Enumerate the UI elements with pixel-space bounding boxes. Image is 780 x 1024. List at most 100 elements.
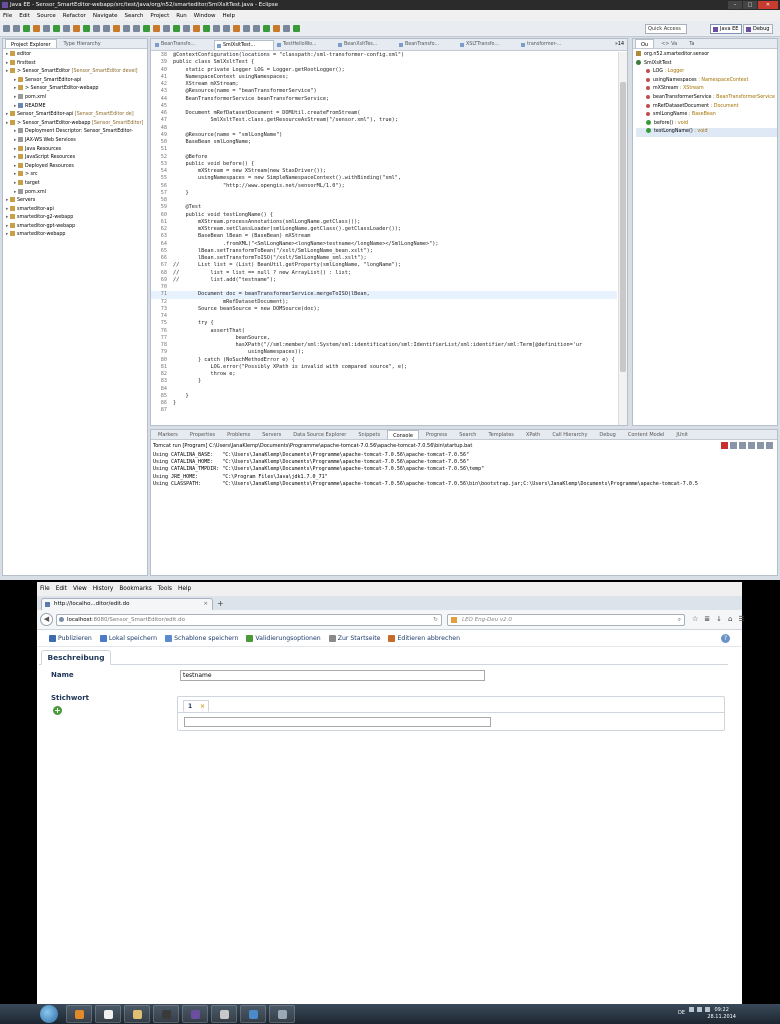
tree-item[interactable]: ▸ target: [3, 179, 147, 189]
tree-item[interactable]: ▸ firsttest: [3, 59, 147, 69]
action-zur-startseite[interactable]: Zur Startseite: [328, 634, 380, 642]
outline-item[interactable]: testLongName() : void: [636, 128, 777, 137]
toolbar-action-icon[interactable]: [153, 25, 160, 32]
action-schablone-speichern[interactable]: Schablone speichern: [165, 634, 238, 642]
tab-overflow-icon[interactable]: »14: [612, 40, 627, 50]
tree-item[interactable]: ▸ > Sensor_SmartEditor-webapp [Sensor_Sma…: [3, 119, 147, 129]
tree-item[interactable]: ▸ Deployed Resources: [3, 162, 147, 172]
action-publizieren[interactable]: Publizieren: [49, 634, 92, 642]
maximize-button[interactable]: □: [743, 1, 757, 9]
menu-project[interactable]: Project: [150, 13, 169, 19]
tab-console[interactable]: Console: [387, 430, 419, 439]
menu-refactor[interactable]: Refactor: [63, 13, 86, 19]
toolbar-action-icon[interactable]: [23, 25, 30, 32]
add-keyword-icon[interactable]: +: [53, 706, 62, 715]
display-console-icon[interactable]: [766, 442, 773, 449]
new-tab-icon[interactable]: +: [217, 599, 224, 609]
tab-search[interactable]: Search: [454, 430, 481, 439]
tab-xpath[interactable]: XPath: [521, 430, 545, 439]
tab-call-hierarchy[interactable]: Call Hierarchy: [547, 430, 592, 439]
menu-source[interactable]: Source: [37, 13, 56, 19]
outline-tab[interactable]: <> Va: [656, 39, 682, 48]
toolbar-action-icon[interactable]: [3, 25, 10, 32]
editor-tab[interactable]: transformer-...: [519, 40, 579, 50]
tab-servers[interactable]: Servers: [257, 430, 286, 439]
outline-item[interactable]: LOG : Logger: [636, 68, 777, 77]
reload-icon[interactable]: ↻: [433, 615, 438, 625]
tree-item[interactable]: ▸ Sensor_SmartEditor-api [Sensor_SmartEdi…: [3, 111, 147, 120]
firefox-taskbar-icon[interactable]: [66, 1005, 92, 1023]
tab-markers[interactable]: Markers: [153, 430, 183, 439]
tree-item[interactable]: ▸ > src: [3, 171, 147, 180]
tab-properties[interactable]: Properties: [185, 430, 220, 439]
tab-data-source-explorer[interactable]: Data Source Explorer: [288, 430, 351, 439]
clear-console-icon[interactable]: [739, 442, 746, 449]
help-icon[interactable]: ?: [721, 634, 730, 643]
tray-flag-icon[interactable]: [689, 1007, 694, 1012]
java-taskbar-icon[interactable]: [240, 1005, 266, 1023]
toolbar-action-icon[interactable]: [103, 25, 110, 32]
start-button[interactable]: [40, 1005, 58, 1023]
toolbar-action-icon[interactable]: [223, 25, 230, 32]
tree-item[interactable]: ▸ smarteditor-g2-webapp: [3, 214, 147, 223]
perspective-java-ee[interactable]: Java EE: [710, 24, 743, 34]
clock[interactable]: 09:22 28.11.2014: [707, 1007, 736, 1021]
menu-search[interactable]: Search: [125, 13, 144, 19]
tree-item[interactable]: ▸ > Sensor_SmartEditor-webapp: [3, 85, 147, 94]
tree-item[interactable]: ▸ smarteditor-webapp: [3, 231, 147, 240]
toolbar-action-icon[interactable]: [173, 25, 180, 32]
toolbar-action-icon[interactable]: [183, 25, 190, 32]
outline-item[interactable]: mXStream : XStream: [636, 85, 777, 94]
tab-snippets[interactable]: Snippets: [353, 430, 385, 439]
tree-item[interactable]: ▸ smarteditor-gpt-webapp: [3, 222, 147, 232]
browser-menu-help[interactable]: Help: [178, 586, 191, 592]
search-bar[interactable]: LEO Eng-Deu v2.0 ⌕: [447, 614, 685, 626]
tree-item[interactable]: ▸ pom.xml: [3, 188, 147, 198]
action-validierungsoptionen[interactable]: Validierungsoptionen: [246, 634, 321, 642]
explorer-taskbar-icon[interactable]: [124, 1005, 150, 1023]
toolbar-action-icon[interactable]: [283, 25, 290, 32]
tab-content-model[interactable]: Content Model: [623, 430, 670, 439]
close-button[interactable]: ✕: [758, 1, 778, 9]
keyword-input[interactable]: [184, 717, 491, 727]
toolbar-action-icon[interactable]: [203, 25, 210, 32]
outline-item[interactable]: before() : void: [636, 119, 777, 129]
toolbar-action-icon[interactable]: [43, 25, 50, 32]
toolbar-action-icon[interactable]: [53, 25, 60, 32]
tool-taskbar-icon[interactable]: [269, 1005, 295, 1023]
browser-menu-view[interactable]: View: [73, 586, 87, 592]
tree-item[interactable]: ▸ JavaScript Resources: [3, 154, 147, 163]
tray-network-icon[interactable]: [697, 1007, 702, 1012]
outline-item[interactable]: mRefDatasetDocument : Document: [636, 103, 777, 112]
document-taskbar-icon[interactable]: [95, 1005, 121, 1023]
menu-icon[interactable]: ☰: [738, 615, 744, 623]
tree-item[interactable]: ▸ smarteditor-api: [3, 205, 147, 215]
remove-launch-icon[interactable]: [730, 442, 737, 449]
url-bar[interactable]: localhost:8080/Sensor_SmartEditor/edit.d…: [56, 614, 442, 626]
outline-item[interactable]: beanTransformerService : BeanTransformer…: [636, 94, 777, 103]
home-icon[interactable]: ⌂: [728, 615, 732, 623]
toolbar-action-icon[interactable]: [193, 25, 200, 32]
console-taskbar-icon[interactable]: [153, 1005, 179, 1023]
scroll-lock-icon[interactable]: [748, 442, 755, 449]
editor-tab[interactable]: TestHelloWo...: [275, 40, 335, 50]
editor-tab[interactable]: BeanTransfo...: [153, 40, 213, 50]
action-lokal-speichern[interactable]: Lokal speichern: [99, 634, 157, 642]
toolbar-action-icon[interactable]: [163, 25, 170, 32]
browser-menu-history[interactable]: History: [93, 586, 114, 592]
tab-project-explorer[interactable]: Project Explorer: [5, 39, 57, 48]
tree-item[interactable]: ▸ pom.xml: [3, 93, 147, 103]
bookmarks-list-icon[interactable]: ≣: [704, 615, 710, 623]
toolbar-action-icon[interactable]: [33, 25, 40, 32]
tab-junit[interactable]: JUnit: [671, 430, 693, 439]
editor-tab[interactable]: BeanXsltTes...: [336, 40, 396, 50]
outline-item[interactable]: org.n52.smarteditor.sensor: [636, 51, 777, 60]
action-editieren-abbrechen[interactable]: Editieren abbrechen: [388, 634, 460, 642]
browser-menu-bookmarks[interactable]: Bookmarks: [119, 586, 151, 592]
menu-window[interactable]: Window: [194, 13, 216, 19]
tab-templates[interactable]: Templates: [483, 430, 518, 439]
bookmark-star-icon[interactable]: ☆: [692, 615, 698, 623]
toolbar-action-icon[interactable]: [113, 25, 120, 32]
perspective-debug[interactable]: Debug: [743, 24, 774, 34]
download-icon[interactable]: ↓: [716, 615, 722, 623]
